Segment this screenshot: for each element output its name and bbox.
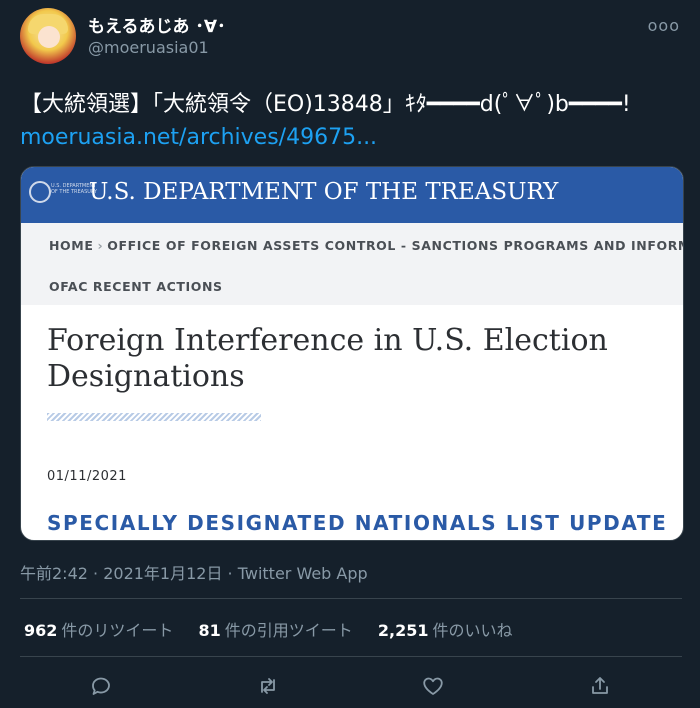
- divider: [20, 656, 682, 657]
- tweet-date[interactable]: 2021年1月12日: [103, 564, 222, 583]
- tweet-stats: 962 件のリツイート 81 件の引用ツイート 2,251 件のいいね: [24, 617, 533, 641]
- avatar[interactable]: [20, 8, 76, 64]
- like-count-label: 件のいいね: [432, 621, 513, 640]
- breadcrumb-item-ofac: OFFICE OF FOREIGN ASSETS CONTROL - SANCT…: [107, 238, 684, 253]
- retweet-count[interactable]: 962 件のリツイート: [24, 621, 173, 640]
- like-count-value: 2,251: [377, 621, 429, 640]
- tweet-header: もえるあじあ ･∀･ @moeruasia01 ooo: [0, 0, 700, 78]
- tweet-link[interactable]: moeruasia.net/archives/49675...: [20, 125, 377, 150]
- tweet-meta: 午前2:42 · 2021年1月12日 · Twitter Web App: [20, 560, 368, 584]
- meta-separator: ·: [87, 564, 104, 583]
- like-count[interactable]: 2,251 件のいいね: [378, 621, 513, 640]
- divider: [20, 598, 682, 599]
- tweet-actions: [0, 666, 700, 706]
- like-icon[interactable]: [421, 674, 445, 698]
- tweet-body: 【大統領選】「大統領令（EO)13848」ｷﾀ━━━━d(ﾟ∀ﾟ)b━━━━!: [20, 92, 631, 117]
- meta-separator: ·: [222, 564, 238, 583]
- breadcrumb-item-recent-actions: OFAC RECENT ACTIONS: [49, 279, 223, 294]
- link-card[interactable]: U.S. DEPARTMENT OF THE TREASURY U.S. DEP…: [20, 166, 684, 541]
- card-subheading: SPECIALLY DESIGNATED NATIONALS LIST UPDA…: [47, 511, 668, 535]
- quote-count[interactable]: 81 件の引用ツイート: [199, 621, 353, 640]
- tweet-time[interactable]: 午前2:42: [20, 564, 88, 583]
- quote-count-label: 件の引用ツイート: [224, 621, 353, 640]
- avatar-face: [38, 26, 60, 48]
- retweet-count-label: 件のリツイート: [61, 621, 174, 640]
- breadcrumb-item-home: HOME: [49, 238, 94, 253]
- card-heading: Foreign Interference in U.S. Election De…: [47, 323, 608, 394]
- breadcrumb: HOME › OFFICE OF FOREIGN ASSETS CONTROL - …: [21, 223, 683, 305]
- retweet-count-value: 962: [24, 621, 58, 640]
- more-horizontal-icon[interactable]: ooo: [648, 16, 680, 35]
- tweet-text: 【大統領選】「大統領令（EO)13848」ｷﾀ━━━━d(ﾟ∀ﾟ)b━━━━! …: [20, 88, 680, 154]
- quote-count-value: 81: [198, 621, 221, 640]
- share-icon[interactable]: [588, 674, 612, 698]
- user-handle[interactable]: @moeruasia01: [88, 38, 209, 57]
- retweet-icon[interactable]: [256, 674, 280, 698]
- card-banner-title: U.S. DEPARTMENT OF THE TREASURY: [89, 179, 559, 205]
- tweet-source[interactable]: Twitter Web App: [238, 564, 368, 583]
- treasury-seal-icon: [29, 181, 51, 203]
- display-name[interactable]: もえるあじあ ･∀･: [88, 12, 226, 37]
- breadcrumb-chevron-icon: ›: [97, 238, 104, 253]
- reply-icon[interactable]: [89, 674, 113, 698]
- card-divider: [47, 413, 261, 421]
- card-banner: U.S. DEPARTMENT OF THE TREASURY U.S. DEP…: [21, 167, 683, 223]
- breadcrumb-row-1: HOME › OFFICE OF FOREIGN ASSETS CONTROL - …: [49, 238, 684, 253]
- card-date: 01/11/2021: [47, 469, 127, 484]
